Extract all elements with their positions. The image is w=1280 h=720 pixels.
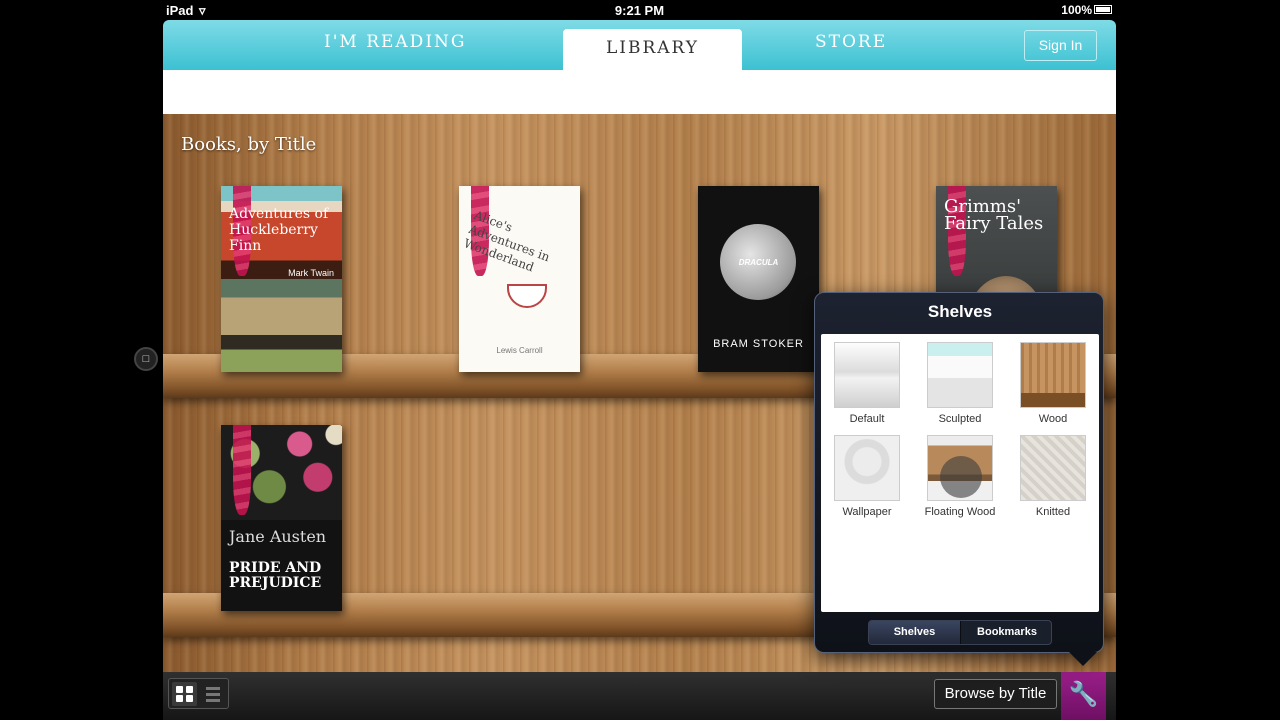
shelf-swatch (834, 342, 900, 408)
library-header-bar (163, 70, 1116, 114)
home-button-icon[interactable]: □ (134, 347, 158, 371)
tab-store[interactable]: STORE (815, 32, 887, 52)
shelf-option-knitted[interactable]: Knitted (1013, 435, 1093, 518)
shelf-swatch (1020, 435, 1086, 501)
book-title: DRACULA (738, 258, 779, 267)
book-dracula[interactable]: DRACULA BRAM STOKER (698, 186, 819, 372)
book-alice[interactable]: Alice's Adventures in Wonderland Lewis C… (459, 186, 580, 372)
book-title: Grimms' Fairy Tales (944, 196, 1044, 234)
shelf-swatch (927, 342, 993, 408)
book-title: Adventures of Huckleberry Finn (229, 206, 329, 254)
shelves-popover: Shelves Default Sculpted Wood Wallpaper (814, 292, 1104, 666)
shelf-swatch (1020, 342, 1086, 408)
shelf-option-floating-wood[interactable]: Floating Wood (920, 435, 1000, 518)
tab-library[interactable]: LIBRARY (563, 29, 742, 70)
segment-bookmarks[interactable]: Bookmarks (961, 621, 1051, 644)
view-toggle (168, 678, 229, 709)
clock: 9:21 PM (614, 3, 665, 18)
book-author: Mark Twain (288, 268, 334, 278)
shelf-option-wallpaper[interactable]: Wallpaper (827, 435, 907, 518)
browse-by-title-button[interactable]: Browse by Title (934, 679, 1057, 709)
popover-arrow (1069, 652, 1097, 666)
grid-view-icon[interactable] (172, 682, 197, 706)
shelf-option-label: Wood (1038, 413, 1068, 425)
screen: iPad ▿ 9:21 PM 100% □ I'M READING LIBRAR… (0, 0, 1280, 720)
wrench-icon[interactable]: 🔧 (1061, 672, 1106, 720)
shelf-swatch (834, 435, 900, 501)
shelf-option-wood[interactable]: Wood (1013, 342, 1093, 425)
shelf-option-label: Sculpted (938, 413, 982, 425)
shelf-option-label: Knitted (1035, 506, 1071, 518)
book-pride-and-prejudice[interactable]: Jane Austen PRIDE AND PREJUDICE (221, 425, 342, 611)
list-view-icon[interactable] (200, 682, 225, 706)
sign-in-button[interactable]: Sign In (1024, 30, 1097, 61)
battery-percent: 100% (1061, 3, 1092, 17)
segment-shelves[interactable]: Shelves (869, 621, 961, 644)
status-bar: iPad ▿ 9:21 PM 100% (163, 0, 1116, 20)
shelf-option-label: Default (849, 413, 885, 425)
shelf-option-sculpted[interactable]: Sculpted (920, 342, 1000, 425)
book-author: BRAM STOKER (713, 338, 804, 350)
popover-segmented-control: Shelves Bookmarks (868, 620, 1052, 645)
shelf-option-label: Floating Wood (924, 506, 996, 518)
bottom-toolbar: Browse by Title 🔧 (163, 672, 1116, 720)
top-nav: I'M READING LIBRARY STORE Sign In (163, 20, 1116, 70)
shelf-heading: Books, by Title (181, 134, 317, 155)
tab-im-reading[interactable]: I'M READING (324, 32, 467, 52)
shelf-swatch (927, 435, 993, 501)
battery-icon (1094, 5, 1112, 14)
book-author: Lewis Carroll (496, 346, 543, 355)
book-huckleberry-finn[interactable]: Adventures of Huckleberry Finn Mark Twai… (221, 186, 342, 372)
bookmark-ribbon (233, 425, 251, 515)
touch-indicator (940, 456, 982, 498)
teacup-illustration (507, 284, 547, 308)
shelf-option-label: Wallpaper (842, 506, 892, 518)
popover-title: Shelves (927, 302, 993, 321)
shelf-option-default[interactable]: Default (827, 342, 907, 425)
book-title: PRIDE AND PREJUDICE (229, 560, 322, 591)
book-author: Jane Austen (229, 527, 327, 546)
shelf-style-grid: Default Sculpted Wood Wallpaper Floating… (821, 334, 1099, 612)
